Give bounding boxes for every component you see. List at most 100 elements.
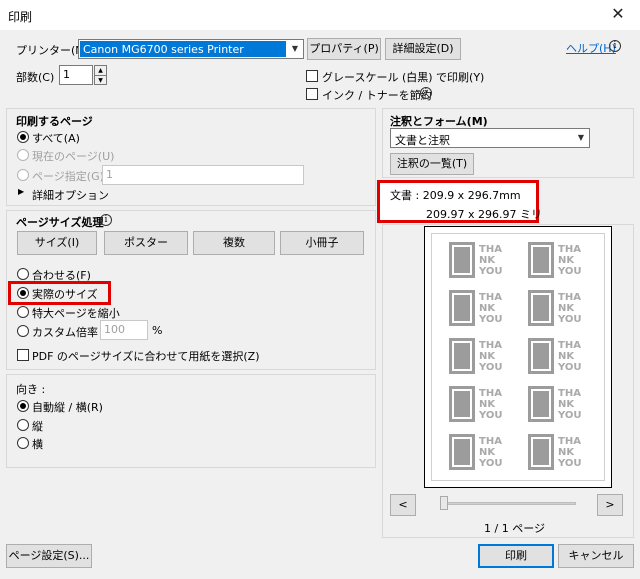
photo-placeholder-icon (449, 338, 475, 374)
card-text-line: YOU (479, 361, 503, 373)
card-text-line: THA (558, 291, 581, 303)
tab-poster[interactable]: ポスター (104, 231, 188, 255)
preview-card: THA NK YOU (528, 432, 590, 472)
properties-button[interactable]: プロパティ(P) (307, 38, 381, 60)
card-text: THA NK YOU (479, 388, 503, 421)
card-text: THA NK YOU (558, 340, 582, 373)
card-text-line: THA (479, 291, 502, 303)
pages-all-label: すべて(A) (32, 132, 80, 145)
window-title: 印刷 (8, 10, 33, 24)
save-ink-checkbox[interactable] (306, 88, 318, 100)
card-text-line: THA (479, 435, 502, 447)
pages-all-radio[interactable] (17, 131, 29, 143)
title-bar: 印刷 ✕ (0, 0, 640, 30)
orientation-landscape-radio[interactable] (17, 437, 29, 449)
custom-scale-unit: % (152, 324, 163, 337)
cancel-button[interactable]: キャンセル (558, 544, 634, 568)
preview-card: THA NK YOU (449, 288, 511, 328)
tab-booklet[interactable]: 小冊子 (280, 231, 364, 255)
orientation-portrait-label: 縦 (32, 420, 43, 433)
card-text: THA NK YOU (479, 292, 503, 325)
info-icon[interactable]: i (420, 87, 432, 99)
card-text-line: THA (479, 243, 502, 255)
sizing-shrink-radio[interactable] (17, 306, 29, 318)
card-text-line: NK (479, 350, 496, 362)
doc-size-line2: 209.97 x 296.97 ミリ (426, 208, 542, 221)
orientation-portrait-radio[interactable] (17, 419, 29, 431)
stepper-down-icon[interactable]: ▼ (95, 75, 106, 84)
photo-placeholder-icon (528, 386, 554, 422)
preview-card: THA NK YOU (528, 240, 590, 280)
preview-card: THA NK YOU (449, 432, 511, 472)
comments-summary-button[interactable]: 注釈の一覧(T) (390, 153, 474, 175)
page-sizing-title: ページサイズ処理 (16, 216, 104, 229)
orientation-title: 向き : (16, 383, 46, 396)
expand-triangle-icon[interactable]: ▶ (18, 187, 24, 196)
sizing-custom-label: カスタム倍率 : (32, 326, 106, 339)
photo-placeholder-icon (528, 242, 554, 278)
pages-range-label: ページ指定(G) (32, 170, 104, 183)
card-text-line: YOU (479, 409, 503, 421)
tab-multiple[interactable]: 複数 (193, 231, 275, 255)
pages-range-value: 1 (106, 168, 113, 181)
card-text: THA NK YOU (558, 244, 582, 277)
tab-size[interactable]: サイズ(I) (17, 231, 97, 255)
card-text: THA NK YOU (558, 436, 582, 469)
sizing-actual-radio[interactable] (17, 287, 29, 299)
prev-page-button[interactable]: < (390, 494, 416, 516)
stepper-up-icon[interactable]: ▲ (95, 66, 106, 75)
next-page-button[interactable]: > (597, 494, 623, 516)
pages-current-label: 現在のページ(U) (32, 150, 115, 163)
sizing-shrink-label: 特大ページを縮小 (32, 307, 120, 320)
chevron-down-icon: ▼ (291, 44, 299, 53)
save-ink-label: インク / トナーを節約 (322, 89, 432, 102)
card-text-line: NK (479, 446, 496, 458)
copies-stepper[interactable]: ▲ ▼ (94, 65, 107, 85)
photo-placeholder-icon (449, 386, 475, 422)
card-text-line: YOU (479, 457, 503, 469)
advanced-button[interactable]: 詳細設定(D) (385, 38, 461, 60)
sizing-actual-label: 実際のサイズ (32, 288, 98, 301)
card-text-line: THA (558, 387, 581, 399)
copies-input[interactable]: 1 (59, 65, 93, 85)
preview-card: THA NK YOU (528, 288, 590, 328)
printer-selected-value: Canon MG6700 series Printer (83, 43, 244, 56)
preview-card: THA NK YOU (449, 336, 511, 376)
photo-placeholder-icon (528, 434, 554, 470)
card-text-line: NK (479, 398, 496, 410)
card-text-line: YOU (558, 409, 582, 421)
pdf-paper-checkbox[interactable] (17, 349, 29, 361)
card-text: THA NK YOU (479, 244, 503, 277)
card-text: THA NK YOU (558, 388, 582, 421)
comments-select[interactable]: 文書と注釈 ▼ (390, 128, 590, 148)
orientation-auto-radio[interactable] (17, 400, 29, 412)
card-text-line: YOU (558, 457, 582, 469)
sizing-custom-radio[interactable] (17, 325, 29, 337)
pages-group-title: 印刷するページ (16, 115, 93, 128)
photo-placeholder-icon (449, 242, 475, 278)
page-slider-thumb[interactable] (440, 496, 448, 510)
custom-scale-input[interactable]: 100 (100, 320, 148, 340)
photo-placeholder-icon (449, 290, 475, 326)
sizing-fit-radio[interactable] (17, 268, 29, 280)
printer-select[interactable]: Canon MG6700 series Printer ▼ (78, 39, 304, 59)
pdf-paper-label: PDF のページサイズに合わせて用紙を選択(Z) (32, 350, 260, 363)
info-icon[interactable]: i (100, 214, 112, 226)
print-button[interactable]: 印刷 (478, 544, 554, 568)
pages-range-radio[interactable] (17, 169, 29, 181)
page-setup-button[interactable]: ページ設定(S)... (6, 544, 92, 568)
grayscale-checkbox[interactable] (306, 70, 318, 82)
card-text-line: THA (558, 435, 581, 447)
help-icon[interactable]: i (609, 40, 621, 52)
preview-card: THA NK YOU (449, 240, 511, 280)
pages-range-input[interactable]: 1 (102, 165, 304, 185)
pages-current-radio[interactable] (17, 149, 29, 161)
card-text-line: THA (479, 387, 502, 399)
card-text-line: NK (479, 254, 496, 266)
more-options-label[interactable]: 詳細オプション (32, 187, 109, 203)
card-text-line: YOU (479, 265, 503, 277)
card-text-line: THA (479, 339, 502, 351)
page-slider-track[interactable] (440, 502, 576, 505)
close-icon[interactable]: ✕ (608, 4, 628, 24)
page-counter: 1 / 1 ページ (484, 522, 545, 535)
